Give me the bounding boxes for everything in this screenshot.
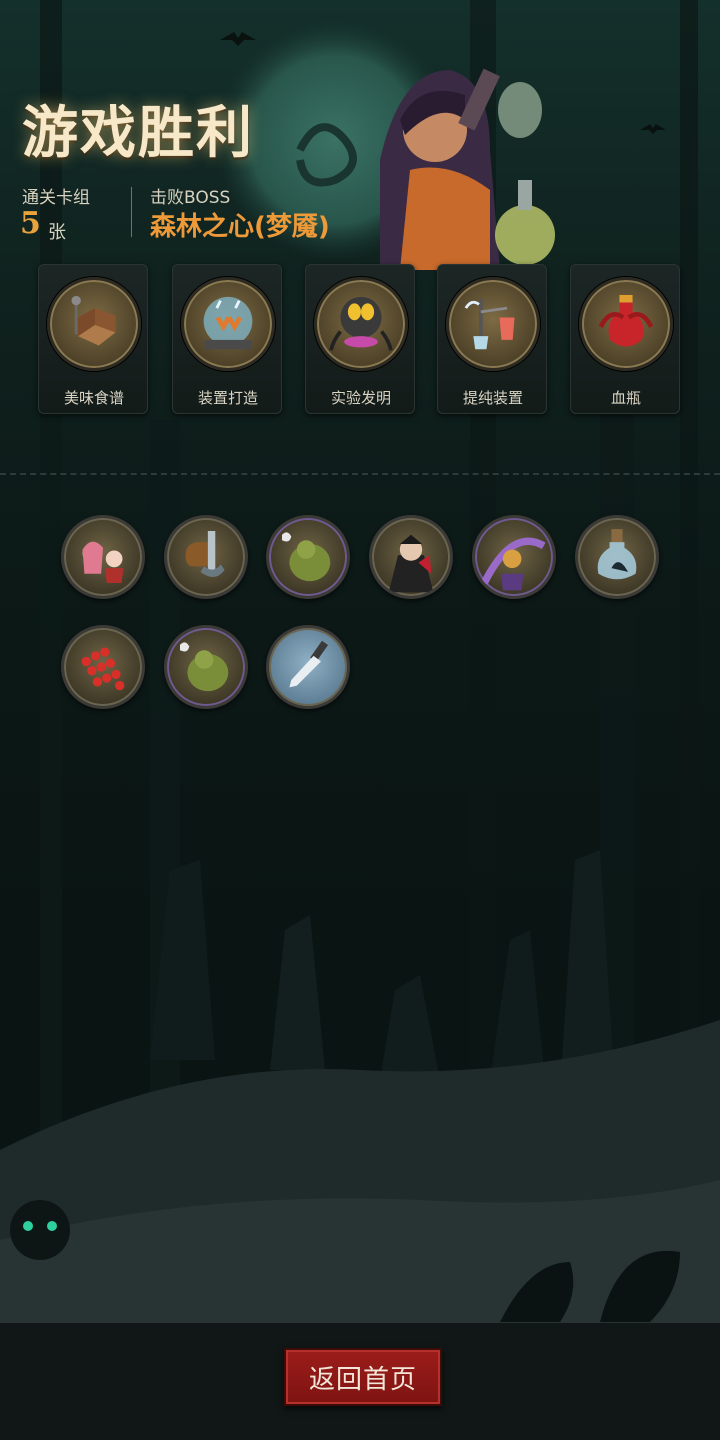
relic-card-purification[interactable]: 提纯装置 <box>437 264 547 414</box>
section-divider <box>0 473 720 475</box>
pipe-wrench-card-icon[interactable] <box>164 515 248 599</box>
stat-divider <box>131 187 132 237</box>
vampire-card-icon[interactable] <box>369 515 453 599</box>
relic-card-recipe[interactable]: 美味食谱 <box>38 264 148 414</box>
relic-card-experiment[interactable]: 实验发明 <box>305 264 415 414</box>
return-home-button[interactable]: 返回首页 <box>284 1348 442 1406</box>
cleared-deck-unit: 张 <box>48 222 66 243</box>
relic-label-blood-potion: 血瓶 <box>610 389 641 407</box>
purple-mage-card-icon[interactable] <box>472 515 556 599</box>
dagger-card-icon[interactable] <box>266 625 350 709</box>
relic-card-blood-potion[interactable]: 血瓶 <box>570 264 680 414</box>
blood-potion-icon <box>579 277 673 371</box>
relic-label-experiment: 实验发明 <box>330 389 391 407</box>
cleared-deck-count: 5 <box>20 206 41 241</box>
green-ogre-card-icon[interactable] <box>266 515 350 599</box>
twin-girls-card-icon[interactable] <box>61 515 145 599</box>
red-beads-card-icon[interactable] <box>61 625 145 709</box>
relic-label-purification: 提纯装置 <box>462 389 523 407</box>
relic-card-device-forge[interactable]: 装置打造 <box>172 264 282 414</box>
bird-bottle-card-icon[interactable] <box>575 515 659 599</box>
defeated-boss-label: 击败BOSS <box>150 188 231 208</box>
device-forge-icon <box>181 277 275 371</box>
defeated-boss-name: 森林之心(梦魇) <box>150 212 330 242</box>
cleared-deck-label: 通关卡组 <box>22 188 90 208</box>
alchemist-girl-illustration <box>380 68 555 270</box>
relic-label-recipe: 美味食谱 <box>63 389 124 407</box>
experiment-invention-icon <box>314 277 408 371</box>
recipe-book-icon <box>47 277 141 371</box>
relic-label-device-forge: 装置打造 <box>197 389 258 407</box>
victory-title: 游戏胜利 <box>22 101 254 166</box>
victory-screen: 游戏胜利 通关卡组 5 张 击败BOSS 森林之心(梦魇) 美味食谱 装置打造 … <box>0 0 720 1440</box>
green-ogre-card-icon[interactable] <box>164 625 248 709</box>
purification-apparatus-icon <box>446 277 540 371</box>
